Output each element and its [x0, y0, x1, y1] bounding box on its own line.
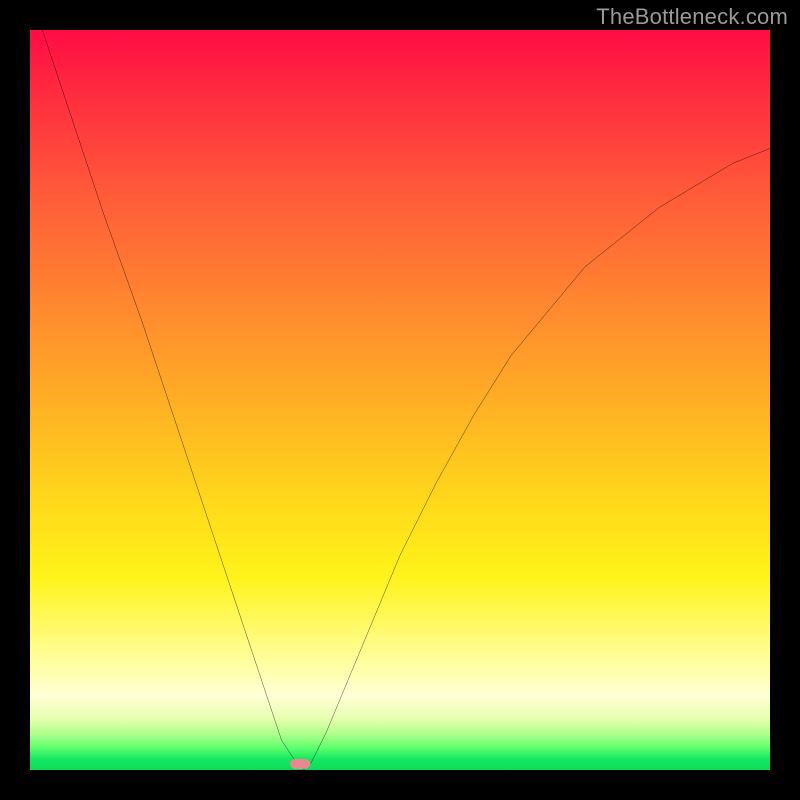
plot-area	[30, 30, 770, 770]
chart-container: TheBottleneck.com	[0, 0, 800, 800]
watermark-text: TheBottleneck.com	[596, 4, 788, 30]
optimum-marker	[290, 759, 310, 769]
bottleneck-curve	[30, 30, 770, 770]
